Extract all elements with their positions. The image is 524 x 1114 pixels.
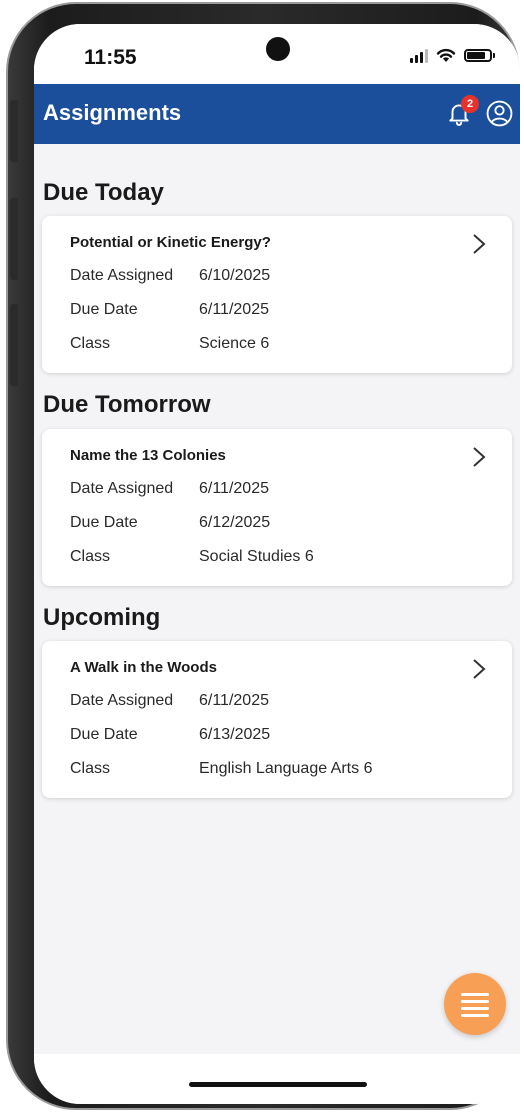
signal-icon (410, 48, 428, 63)
volume-up-button (10, 198, 18, 280)
app-header: Assignments 2 (34, 84, 520, 144)
chevron-right-icon (473, 447, 486, 467)
page-title: Assignments (43, 100, 182, 125)
section-heading-due-today: Due Today (43, 179, 164, 206)
screen: 11:55 Assignments 2 Due Today Potential … (34, 24, 520, 1104)
user-circle-icon[interactable] (486, 100, 513, 127)
section-heading-due-tomorrow: Due Tomorrow (43, 391, 211, 418)
wifi-icon (436, 48, 456, 62)
home-indicator[interactable] (189, 1082, 367, 1087)
due-date-value: 6/13/2025 (199, 726, 271, 743)
class-value: English Language Arts 6 (199, 760, 373, 777)
assignment-title: Name the 13 Colonies (70, 447, 226, 464)
date-assigned-label: Date Assigned (70, 480, 174, 497)
class-value: Science 6 (199, 335, 270, 352)
front-camera (266, 37, 290, 61)
assignment-card[interactable]: Potential or Kinetic Energy? Date Assign… (42, 216, 512, 373)
notification-badge: 2 (461, 95, 479, 113)
assignment-title: A Walk in the Woods (70, 659, 217, 676)
status-bar: 11:55 (34, 24, 520, 84)
menu-fab-button[interactable] (444, 973, 506, 1035)
due-date-label: Due Date (70, 726, 138, 743)
bottom-bar (34, 1054, 520, 1104)
due-date-label: Due Date (70, 301, 138, 318)
date-assigned-value: 6/10/2025 (199, 267, 271, 284)
assignment-title: Potential or Kinetic Energy? (70, 234, 271, 251)
class-value: Social Studies 6 (199, 548, 314, 565)
phone-frame: 11:55 Assignments 2 Due Today Potential … (6, 2, 520, 1110)
section-heading-upcoming: Upcoming (43, 604, 161, 631)
date-assigned-value: 6/11/2025 (199, 692, 269, 709)
date-assigned-value: 6/11/2025 (199, 480, 269, 497)
chevron-right-icon (473, 234, 486, 254)
battery-icon (464, 49, 495, 62)
class-label: Class (70, 335, 111, 352)
due-date-value: 6/12/2025 (199, 514, 271, 531)
date-assigned-label: Date Assigned (70, 267, 174, 284)
due-date-label: Due Date (70, 514, 138, 531)
class-label: Class (70, 760, 111, 777)
class-label: Class (70, 548, 111, 565)
chevron-right-icon (473, 659, 486, 679)
side-button (10, 100, 18, 162)
date-assigned-label: Date Assigned (70, 692, 174, 709)
volume-down-button (10, 304, 18, 386)
status-time: 11:55 (84, 46, 137, 69)
due-date-value: 6/11/2025 (199, 301, 269, 318)
assignment-card[interactable]: Name the 13 Colonies Date Assigned 6/11/… (42, 429, 512, 586)
assignment-card[interactable]: A Walk in the Woods Date Assigned 6/11/2… (42, 641, 512, 798)
status-icons (410, 48, 495, 63)
hamburger-menu-icon (461, 993, 489, 1021)
